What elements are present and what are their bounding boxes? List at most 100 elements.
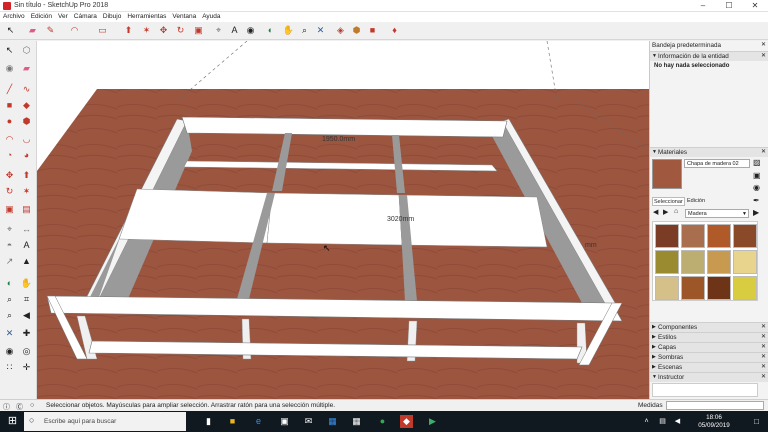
store-icon[interactable]: ▣ xyxy=(278,415,291,428)
orbit-tool-icon[interactable]: ◐ xyxy=(3,277,16,290)
dimension-tool-icon[interactable]: ↔ xyxy=(20,223,33,236)
make-component-icon[interactable]: ⬡ xyxy=(20,44,33,57)
three-point-arc-icon[interactable]: ◔ xyxy=(3,149,16,162)
tray-section-escenas[interactable]: ▶ Escenas ✕ xyxy=(650,362,768,372)
zoom-icon[interactable]: ⌕ xyxy=(298,24,311,37)
details-arrow-icon[interactable]: ▶ xyxy=(753,208,759,217)
rectangle-icon[interactable]: ▭ xyxy=(96,24,109,37)
material-swatch[interactable] xyxy=(733,276,757,300)
tray-section-componentes[interactable]: ▶ Componentes ✕ xyxy=(650,322,768,332)
calculator-icon[interactable]: ▦ xyxy=(350,415,363,428)
tray-expand-icon[interactable]: ˄ xyxy=(640,415,653,428)
close-button[interactable]: ✕ xyxy=(742,0,768,12)
file-explorer-icon[interactable]: ■ xyxy=(226,415,239,428)
menu-archivo[interactable]: Archivo xyxy=(0,12,28,22)
push-pull-tool-icon[interactable]: ⬆ xyxy=(20,169,33,182)
section-plane-icon[interactable]: ◎ xyxy=(20,345,33,358)
section-close-icon[interactable]: ✕ xyxy=(761,343,766,352)
pan-tool-icon[interactable]: ✋ xyxy=(20,277,33,290)
arc-icon[interactable]: ◠ xyxy=(68,24,81,37)
material-swatch[interactable] xyxy=(681,250,705,274)
material-library-select[interactable]: Madera ▼ xyxy=(685,209,749,218)
forward-arrow-icon[interactable]: ▶ xyxy=(663,208,668,216)
maximize-button[interactable]: ☐ xyxy=(716,0,742,12)
tray-section-estilos[interactable]: ▶ Estilos ✕ xyxy=(650,332,768,342)
section-close-icon[interactable]: ✕ xyxy=(761,373,766,382)
clock-date[interactable]: 05/09/2019 xyxy=(684,422,744,429)
paint-bucket-small-icon[interactable]: ◉ xyxy=(753,183,760,192)
tape-measure-icon[interactable]: ⌖ xyxy=(212,24,225,37)
eraser-tool-icon[interactable]: ▰ xyxy=(20,62,33,75)
tab-seleccionar[interactable]: Seleccionar xyxy=(652,197,685,206)
material-swatch[interactable] xyxy=(681,276,705,300)
zoom-extents-icon[interactable]: ✕ xyxy=(314,24,327,37)
section-display-icon[interactable]: ✛ xyxy=(20,361,33,374)
menu-dibujo[interactable]: Dibujo xyxy=(100,12,124,22)
pie-icon[interactable]: ◕ xyxy=(20,149,33,162)
section-close-icon[interactable]: ✕ xyxy=(761,323,766,332)
tray-section-sombras[interactable]: ▶ Sombras ✕ xyxy=(650,352,768,362)
menu-camara[interactable]: Cámara xyxy=(71,12,100,22)
home-icon[interactable]: ⌂ xyxy=(674,208,678,215)
material-swatch[interactable] xyxy=(707,224,731,248)
material-swatch[interactable] xyxy=(733,250,757,274)
materials-close-icon[interactable]: ✕ xyxy=(761,148,766,157)
pencil-icon[interactable]: ✎ xyxy=(44,24,57,37)
move-tool-icon[interactable]: ✥ xyxy=(3,169,16,182)
protractor-icon[interactable]: ◓ xyxy=(3,239,16,252)
minimize-button[interactable]: – xyxy=(690,0,716,12)
line-icon[interactable]: ╱ xyxy=(3,83,16,96)
material-swatch[interactable] xyxy=(681,224,705,248)
back-arrow-icon[interactable]: ◀ xyxy=(653,208,658,216)
components-icon[interactable]: ⬢ xyxy=(350,24,363,37)
text-icon[interactable]: A xyxy=(20,239,33,252)
select-arrow-icon[interactable]: ↖ xyxy=(4,24,17,37)
clock-time[interactable]: 18:06 xyxy=(684,414,744,421)
position-camera-icon[interactable]: ✕ xyxy=(3,327,16,340)
camtasia-icon[interactable]: ▶ xyxy=(426,415,439,428)
previous-view-icon[interactable]: ◀ xyxy=(20,309,33,322)
windows-start-icon[interactable]: ⊞ xyxy=(6,415,19,428)
axes-icon[interactable]: ↗ xyxy=(3,255,16,268)
push-pull-icon[interactable]: ⬆ xyxy=(122,24,135,37)
rotate-icon[interactable]: ↻ xyxy=(174,24,187,37)
rotate-tool-icon[interactable]: ↻ xyxy=(3,185,16,198)
materials-header[interactable]: ▼ Materiales ✕ xyxy=(650,147,768,157)
info-icon[interactable]: ○ xyxy=(30,402,34,409)
material-swatch[interactable] xyxy=(655,224,679,248)
freehand-icon[interactable]: ∿ xyxy=(20,83,33,96)
follow-me-tool-icon[interactable]: ✶ xyxy=(20,185,33,198)
circle-icon[interactable]: ● xyxy=(3,115,16,128)
photos-icon[interactable]: ▦ xyxy=(326,415,339,428)
3d-text-icon[interactable]: ▲ xyxy=(20,255,33,268)
network-icon[interactable]: ▤ xyxy=(656,415,669,428)
task-view-icon[interactable]: ▮ xyxy=(202,415,215,428)
polygon-icon[interactable]: ⬢ xyxy=(20,115,33,128)
material-swatch[interactable] xyxy=(655,250,679,274)
notifications-icon[interactable]: □ xyxy=(750,415,763,428)
measurements-input[interactable] xyxy=(666,401,764,410)
menu-ayuda[interactable]: Ayuda xyxy=(199,12,223,22)
follow-me-icon[interactable]: ✶ xyxy=(140,24,153,37)
tray-section-capas[interactable]: ▶ Capas ✕ xyxy=(650,342,768,352)
material-swatch[interactable] xyxy=(707,276,731,300)
entity-info-header[interactable]: ▼ Información de la entidad ✕ xyxy=(650,51,768,61)
material-swatch[interactable] xyxy=(707,250,731,274)
section-close-icon[interactable]: ✕ xyxy=(761,353,766,362)
taskbar-search-box[interactable]: ○ Escribe aquí para buscar xyxy=(24,412,186,431)
chrome-icon[interactable]: ● xyxy=(376,415,389,428)
entity-info-close-icon[interactable]: ✕ xyxy=(761,52,766,61)
volume-icon[interactable]: ◀ xyxy=(671,415,684,428)
offset-tool-icon[interactable]: ▤ xyxy=(20,203,33,216)
walk-icon[interactable]: ✚ xyxy=(20,327,33,340)
menu-ver[interactable]: Ver xyxy=(55,12,71,22)
eyedropper-icon[interactable]: ✒ xyxy=(753,196,760,205)
warehouse-icon[interactable]: ◈ xyxy=(334,24,347,37)
ruby-icon[interactable]: ♦ xyxy=(388,24,401,37)
zoom-extents-tool-icon[interactable]: ⌕ xyxy=(3,309,16,322)
select-icon[interactable]: ↖ xyxy=(3,44,16,57)
extension-warehouse-icon[interactable]: ■ xyxy=(366,24,379,37)
tape-measure-tool-icon[interactable]: ⌖ xyxy=(3,223,16,236)
material-name-field[interactable]: Chapa de madera 02 xyxy=(684,159,750,168)
section-close-icon[interactable]: ✕ xyxy=(761,363,766,372)
